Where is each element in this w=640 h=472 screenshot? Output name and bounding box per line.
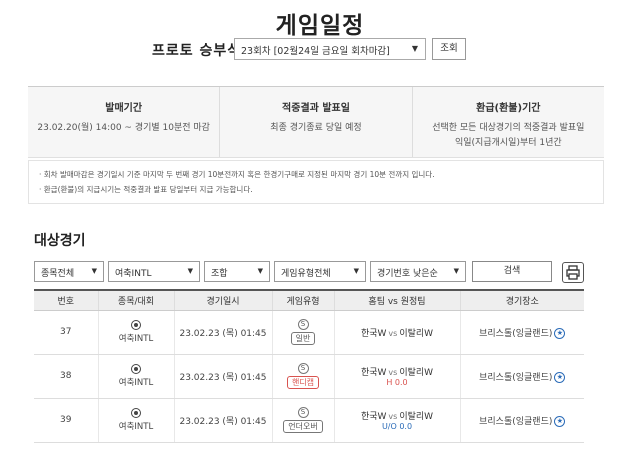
chevron-down-icon: ▼ [91, 267, 97, 275]
game-type-badge: 일반 [290, 332, 316, 345]
soccer-ball-icon [131, 363, 141, 374]
notice-list: 회차 발매마감은 경기일시 기준 마지막 두 번째 경기 10분전까지 혹은 한… [28, 160, 604, 204]
away-team: 이탈리W [399, 328, 434, 339]
soccer-ball-icon [131, 407, 141, 418]
col-header-type: 게임유형 [271, 289, 334, 311]
game-type-cell: S 일반 [271, 310, 334, 355]
game-type-label: 프로토 승부식 [152, 43, 242, 59]
round-select-value: 23회차 [02월24일 금요일 회차마감] [241, 46, 390, 57]
info-sale-period: 발매기간 23.02.20(월) 14:00 ~ 경기별 10분전 마감 [28, 87, 221, 157]
league-cell: 여축INTL [97, 398, 174, 443]
col-header-league: 종목/대회 [97, 289, 174, 311]
home-team: 한국W [360, 328, 387, 339]
info-text: 최종 경기종료 당일 예정 [270, 123, 362, 133]
table-row[interactable]: 37 여축INTL 23.02.23 (목) 01:45 S 일반 한국W vs 이탈… [34, 310, 584, 355]
league-cell: 여축INTL [97, 354, 174, 399]
table-row[interactable]: 38 여축INTL 23.02.23 (목) 01:45 S 핸디캡 한국W vs 이… [34, 354, 584, 399]
info-text: 23.02.20(월) 14:00 ~ 경기별 10분전 마감 [37, 123, 210, 133]
combo-filter-value: 조합 [211, 269, 228, 279]
search-button[interactable]: 검색 [472, 261, 552, 282]
away-team: 이탈리W [399, 411, 434, 422]
info-refund-period: 환급(환불)기간 선택한 모든 대상경기의 적중결과 발표일 익일(지급개시일)… [413, 87, 604, 157]
league-name: 여축INTL [118, 377, 154, 388]
game-type-filter-select[interactable]: 게임유형전체 ▼ [274, 261, 366, 282]
table-row[interactable]: 39 여축INTL 23.02.23 (목) 01:45 S 언더오버 한국W vs… [34, 398, 584, 443]
away-team: 이탈리W [399, 367, 434, 378]
printer-icon [566, 265, 580, 280]
game-no: 39 [34, 398, 98, 443]
venue-cell: 브리스톨(잉글랜드) ★ [459, 354, 584, 399]
game-datetime: 23.02.23 (목) 01:45 [173, 354, 272, 399]
single-game-badge: S [297, 319, 309, 330]
sport-filter-value: 종목전체 [41, 269, 75, 279]
section-title: 대상경기 [34, 233, 86, 249]
teams-cell: 한국W vs 이탈리W U/O 0.0 [333, 398, 460, 443]
game-type-badge: 언더오버 [283, 420, 323, 433]
star-icon[interactable]: ★ [554, 371, 566, 383]
round-select[interactable]: 23회차 [02월24일 금요일 회차마감] ▼ [234, 38, 426, 60]
sale-info-box: 발매기간 23.02.20(월) 14:00 ~ 경기별 10분전 마감 적중결… [28, 86, 604, 158]
chevron-down-icon: ▼ [257, 267, 263, 275]
col-header-teams: 홈팀 vs 원정팀 [333, 289, 460, 311]
vs-label: vs [388, 411, 398, 421]
star-icon[interactable]: ★ [554, 327, 566, 339]
target-games-table: 번호 종목/대회 경기일시 게임유형 홈팀 vs 원정팀 경기장소 37 여축I… [34, 289, 584, 443]
round-selector-row: 프로토 승부식 23회차 [02월24일 금요일 회차마감] ▼ 조회 [0, 38, 640, 60]
game-type-cell: S 언더오버 [271, 398, 334, 443]
league-name: 여축INTL [118, 421, 154, 432]
venue-cell: 브리스톨(잉글랜드) ★ [459, 398, 584, 443]
notice-item: 환급(환불)의 지급시기는 적중결과 발표 당일부터 지급 가능합니다. [39, 182, 603, 197]
chevron-down-icon: ▼ [187, 267, 193, 275]
table-header-row: 번호 종목/대회 경기일시 게임유형 홈팀 vs 원정팀 경기장소 [34, 289, 584, 311]
teams-cell: 한국W vs 이탈리W H 0.0 [333, 354, 460, 399]
game-type-badge: 핸디캡 [286, 376, 320, 389]
star-icon[interactable]: ★ [554, 415, 566, 427]
game-datetime: 23.02.23 (목) 01:45 [173, 398, 272, 443]
game-type-cell: S 핸디캡 [271, 354, 334, 399]
game-no: 37 [34, 310, 98, 355]
lookup-button[interactable]: 조회 [432, 38, 466, 60]
page-title: 게임일정 [275, 13, 365, 39]
info-title: 발매기간 [105, 103, 143, 114]
league-name: 여축INTL [118, 333, 154, 344]
teams-cell: 한국W vs 이탈리W [333, 310, 460, 355]
venue-name: 브리스톨(잉글랜드) [479, 416, 553, 427]
sport-filter-select[interactable]: 종목전체 ▼ [34, 261, 104, 282]
combo-filter-select[interactable]: 조합 ▼ [204, 261, 270, 282]
game-type-filter-value: 게임유형전체 [281, 269, 331, 279]
home-team: 한국W [360, 367, 387, 378]
game-datetime: 23.02.23 (목) 01:45 [173, 310, 272, 355]
handicap-value: H 0.0 [386, 377, 408, 387]
league-cell: 여축INTL [97, 310, 174, 355]
sort-value: 경기번호 낮은순 [377, 269, 438, 279]
notice-item: 회차 발매마감은 경기일시 기준 마지막 두 번째 경기 10분전까지 혹은 한… [39, 167, 603, 182]
col-header-no: 번호 [34, 289, 98, 311]
vs-label: vs [388, 328, 398, 338]
soccer-ball-icon [131, 319, 141, 330]
single-game-badge: S [297, 407, 309, 418]
venue-cell: 브리스톨(잉글랜드) ★ [459, 310, 584, 355]
info-text: 익일(지급개시일)부터 1년간 [454, 138, 562, 148]
venue-name: 브리스톨(잉글랜드) [479, 372, 553, 383]
chevron-down-icon: ▼ [453, 267, 459, 275]
chevron-down-icon: ▼ [353, 267, 359, 275]
home-team: 한국W [360, 411, 387, 422]
game-no: 38 [34, 354, 98, 399]
col-header-venue: 경기장소 [459, 289, 584, 311]
info-text: 선택한 모든 대상경기의 적중결과 발표일 [432, 123, 585, 133]
info-title: 환급(환불)기간 [476, 103, 541, 114]
vs-label: vs [388, 367, 398, 377]
info-result-date: 적중결과 발표일 최종 경기종료 당일 예정 [220, 87, 413, 157]
venue-name: 브리스톨(잉글랜드) [479, 328, 553, 339]
col-header-datetime: 경기일시 [173, 289, 272, 311]
league-filter-value: 여축INTL [115, 269, 152, 279]
single-game-badge: S [297, 363, 309, 374]
chevron-down-icon: ▼ [411, 44, 418, 53]
info-title: 적중결과 발표일 [282, 103, 350, 114]
league-filter-select[interactable]: 여축INTL ▼ [108, 261, 200, 282]
print-button[interactable] [562, 262, 584, 283]
under-over-value: U/O 0.0 [381, 421, 413, 431]
sort-select[interactable]: 경기번호 낮은순 ▼ [370, 261, 466, 282]
